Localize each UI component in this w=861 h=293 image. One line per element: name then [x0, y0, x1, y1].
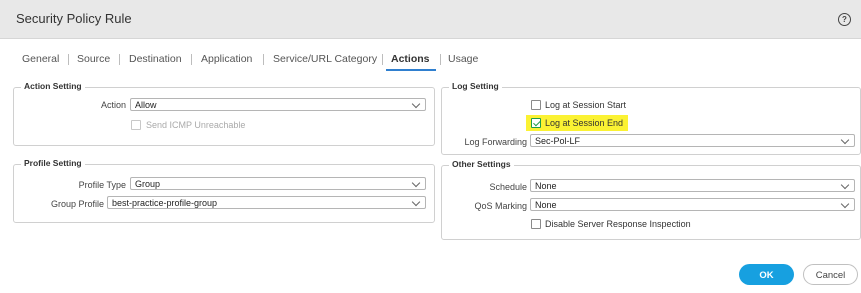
profile-type-label: Profile Type	[78, 180, 126, 190]
tab-bar: General Source Destination Application S…	[0, 53, 861, 69]
action-select[interactable]: Allow	[130, 98, 426, 111]
profile-type-value: Group	[135, 179, 161, 189]
profile-type-select[interactable]: Group	[130, 177, 426, 190]
disable-server-response-inspection-label: Disable Server Response Inspection	[545, 219, 691, 229]
help-icon[interactable]: ?	[838, 13, 851, 26]
group-profile-label: Group Profile	[50, 199, 104, 209]
tab-separator	[68, 54, 69, 65]
active-tab-indicator	[386, 69, 436, 71]
group-profile-select[interactable]: best-practice-profile-group	[107, 196, 426, 209]
schedule-select[interactable]: None	[530, 179, 855, 192]
profile-setting-panel: Profile Setting	[13, 158, 435, 223]
send-icmp-checkbox[interactable]	[131, 120, 141, 130]
tab-separator	[119, 54, 120, 65]
tab-actions[interactable]: Actions	[391, 53, 430, 65]
chevron-down-icon	[411, 178, 421, 188]
dialog-title: Security Policy Rule	[16, 11, 132, 26]
qos-marking-select[interactable]: None	[530, 198, 855, 211]
dialog-titlebar: Security Policy Rule ?	[0, 0, 861, 39]
log-forwarding-value: Sec-Pol-LF	[535, 136, 581, 146]
ok-button[interactable]: OK	[739, 264, 794, 285]
tab-destination[interactable]: Destination	[129, 53, 182, 65]
chevron-down-icon	[840, 180, 850, 190]
log-session-end-checkbox[interactable]	[531, 118, 541, 128]
cancel-button[interactable]: Cancel	[803, 264, 858, 285]
tab-separator	[191, 54, 192, 65]
tab-source[interactable]: Source	[77, 53, 110, 65]
chevron-down-icon	[411, 99, 421, 109]
tab-application[interactable]: Application	[201, 53, 252, 65]
log-session-start-label: Log at Session Start	[545, 100, 627, 110]
chevron-down-icon	[840, 135, 850, 145]
disable-server-response-inspection-checkbox[interactable]	[531, 219, 541, 229]
log-forwarding-label: Log Forwarding	[464, 137, 527, 147]
action-setting-legend: Action Setting	[21, 81, 85, 91]
chevron-down-icon	[411, 197, 421, 207]
other-settings-legend: Other Settings	[449, 159, 514, 169]
schedule-value: None	[535, 181, 557, 191]
tab-separator	[263, 54, 264, 65]
action-setting-panel: Action Setting	[13, 81, 435, 146]
qos-marking-label: QoS Marking	[474, 201, 527, 211]
action-value: Allow	[135, 100, 157, 110]
log-setting-legend: Log Setting	[449, 81, 502, 91]
log-session-start-checkbox[interactable]	[531, 100, 541, 110]
chevron-down-icon	[840, 199, 850, 209]
group-profile-value: best-practice-profile-group	[112, 198, 218, 208]
send-icmp-label: Send ICMP Unreachable	[146, 120, 246, 130]
tab-separator	[382, 54, 383, 65]
qos-marking-value: None	[535, 200, 557, 210]
action-label: Action	[100, 100, 126, 110]
tab-separator	[440, 54, 441, 65]
log-forwarding-select[interactable]: Sec-Pol-LF	[530, 134, 855, 147]
tab-service-url-category[interactable]: Service/URL Category	[273, 53, 377, 65]
tab-usage[interactable]: Usage	[448, 53, 478, 65]
log-session-end-label: Log at Session End	[545, 118, 624, 128]
schedule-label: Schedule	[489, 182, 527, 192]
profile-setting-legend: Profile Setting	[21, 158, 85, 168]
tab-general[interactable]: General	[22, 53, 59, 65]
